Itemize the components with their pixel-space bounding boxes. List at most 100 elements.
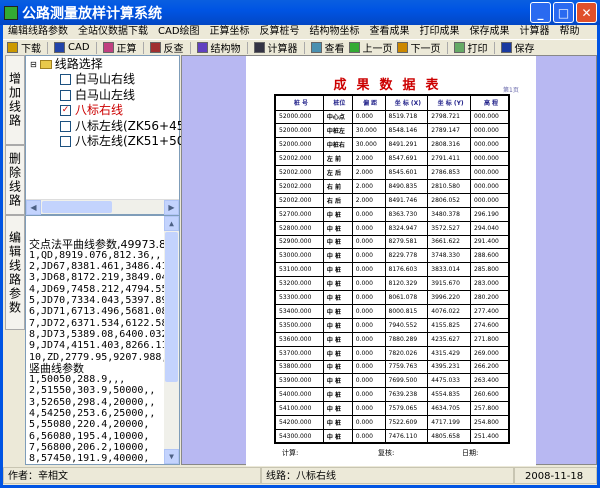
tree-item[interactable]: ✓ 八标右线	[60, 103, 123, 118]
checkbox[interactable]	[60, 136, 71, 147]
scroll-thumb[interactable]	[165, 232, 178, 382]
toolbar-button[interactable]: 查看	[310, 40, 345, 55]
scroll-left-icon[interactable]: ◀	[26, 200, 41, 215]
menu-item[interactable]: 保存成果	[470, 25, 510, 39]
toolbar-button[interactable]: 下载	[7, 40, 41, 55]
scroll-down-icon[interactable]: ▼	[164, 449, 179, 464]
menu-item[interactable]: 帮助	[560, 25, 580, 39]
tree-item[interactable]: 八标左线(ZK56+459.	[60, 119, 196, 134]
tree-root[interactable]: ⊟ 线路选择	[30, 57, 103, 72]
menu-item[interactable]: 反算桩号	[260, 25, 300, 39]
menu-item[interactable]: 全站仪数据下载	[78, 25, 148, 39]
scroll-up-icon[interactable]: ▲	[164, 216, 179, 231]
title-bar[interactable]: 公路测量放样计算系统 _ □ ✕	[0, 0, 600, 25]
tree-item[interactable]: 八标左线(ZK51+500-	[60, 134, 196, 149]
menu-item[interactable]: 编辑线路参数	[8, 25, 68, 39]
table-cell: 中心点	[322, 109, 353, 125]
param-line: 1,50050,288.9,,,	[29, 374, 126, 386]
table-cell: 4634.705	[427, 401, 472, 417]
menu-item[interactable]: 打印成果	[420, 25, 460, 39]
param-line: 6,56080,195.4,10000,	[29, 430, 150, 442]
maximize-button[interactable]: □	[553, 2, 574, 23]
table-cell: 000.000	[470, 109, 510, 125]
tab-delete-route[interactable]: 删除线路	[5, 145, 25, 215]
table-cell: 7699.500	[384, 373, 429, 389]
toolbar-button-label: 结构物	[210, 44, 241, 55]
toolbar-button[interactable]: 结构物	[196, 40, 241, 55]
column-header: 高 程	[470, 94, 510, 111]
toolbar-button-label: 上一页	[362, 44, 393, 55]
table-cell: 8000.815	[384, 303, 429, 319]
table-cell: 中 桩	[322, 303, 353, 319]
table-cell: 296.190	[470, 206, 510, 222]
table-cell: 52000.000	[274, 137, 324, 153]
minimize-button[interactable]: _	[530, 2, 551, 23]
menu-item[interactable]: CAD绘图	[158, 25, 200, 39]
toolbar-button[interactable]: 保存	[500, 40, 535, 55]
tree-item[interactable]: 白马山左线	[60, 88, 135, 103]
table-cell: 53300.000	[274, 290, 324, 305]
table-row: 52800.000 中 桩 0.000 8324.947 3572.527 294.040	[274, 220, 510, 236]
column-header: 坐 标 (Y)	[427, 94, 472, 111]
table-cell: 30.000	[351, 123, 386, 139]
table-row: 52000.000 中心点 0.000 8519.718 2798.721 000.000	[274, 109, 510, 125]
toolbar-button-label: 保存	[514, 44, 535, 55]
checkbox[interactable]	[60, 120, 71, 132]
table-cell: 30.000	[351, 137, 386, 153]
tree-item[interactable]: 白马山右线	[60, 72, 135, 87]
table-cell: 0.000	[351, 290, 386, 305]
table-cell: 0.000	[351, 359, 386, 375]
tab-edit-route-params[interactable]: 编辑线路参数	[5, 215, 25, 330]
page-number: 第1页	[503, 87, 519, 94]
toolbar-button[interactable]: 下一页	[396, 40, 441, 55]
table-cell: 274.600	[470, 317, 510, 333]
toolbar-button[interactable]: 正算	[102, 40, 137, 55]
table-row: 53700.000 中 桩 0.000 7820.026 4315.429 269.000	[274, 345, 510, 361]
table-cell: 52002.000	[274, 165, 324, 180]
param-line: 7,56800,206.2,10000,	[29, 441, 150, 453]
tree-item-label: 白马山左线	[75, 87, 136, 102]
column-header: 坐 标 (X)	[384, 94, 429, 111]
table-cell: 8120.329	[384, 276, 429, 292]
params-vertical-scrollbar[interactable]: ▲ ▼	[164, 216, 179, 464]
scroll-thumb[interactable]	[42, 201, 112, 213]
table-cell: 8324.947	[384, 220, 429, 236]
table-cell: 2.000	[351, 151, 386, 167]
close-button[interactable]: ✕	[576, 2, 597, 23]
table-cell: 右 前	[322, 178, 353, 194]
scroll-right-icon[interactable]: ▶	[164, 200, 179, 215]
param-line: 4,JD69,7458.212,4794.555,1	[29, 283, 180, 295]
checkbox[interactable]	[60, 89, 71, 101]
checkbox[interactable]	[60, 74, 71, 85]
table-cell: 52002.000	[274, 192, 324, 208]
menu-item[interactable]: 正算坐标	[210, 25, 250, 39]
toolbar-separator	[303, 41, 305, 54]
table-cell: 53100.000	[274, 262, 324, 278]
table-cell: 3572.527	[427, 220, 472, 236]
toolbar-button[interactable]: 计算器	[253, 40, 298, 55]
calculator-icon	[253, 42, 265, 53]
collapse-icon[interactable]: ⊟	[30, 57, 37, 72]
table-cell: 263.400	[470, 373, 510, 389]
menu-item[interactable]: 结构物坐标	[310, 25, 360, 39]
route-params-text[interactable]: 交点法平曲线参数,49973.881 1,QD,8919.076,812.36,,…	[25, 215, 180, 465]
table-cell: 8519.718	[384, 109, 429, 125]
tree-item-label: 八标左线(ZK51+500-	[75, 134, 197, 148]
toolbar-button[interactable]: 上一页	[348, 40, 393, 55]
table-cell: 54000.000	[274, 387, 324, 403]
tree-horizontal-scrollbar[interactable]: ◀ ▶	[26, 199, 179, 215]
checkbox[interactable]: ✓	[60, 105, 71, 116]
param-line: 5,JD70,7334.043,5397.895,1	[29, 295, 180, 307]
toolbar-button[interactable]: 打印	[453, 40, 488, 55]
table-row: 53000.000 中 桩 0.000 8229.778 3748.330 288.600	[274, 248, 510, 264]
menu-item[interactable]: 查看成果	[370, 25, 410, 39]
results-table: 桩 号桩位偏 距坐 标 (X) 坐 标 (Y) 高 程 52000.000 中心点 0.…	[274, 94, 510, 445]
tree-item-label: 八标右线	[75, 103, 124, 117]
table-row: 52002.000 左 前 2.000 8547.691 2791.411 000.000	[274, 151, 510, 167]
table-row: 54200.000 中 桩 0.000 7522.609 4717.199 254.800	[274, 415, 510, 430]
toolbar-button[interactable]: CAD	[54, 42, 90, 53]
table-cell: 52000.000	[274, 123, 324, 139]
tab-add-route[interactable]: 增加线路	[5, 55, 25, 145]
toolbar-button[interactable]: 反查	[149, 40, 184, 55]
menu-item[interactable]: 计算器	[520, 25, 550, 39]
